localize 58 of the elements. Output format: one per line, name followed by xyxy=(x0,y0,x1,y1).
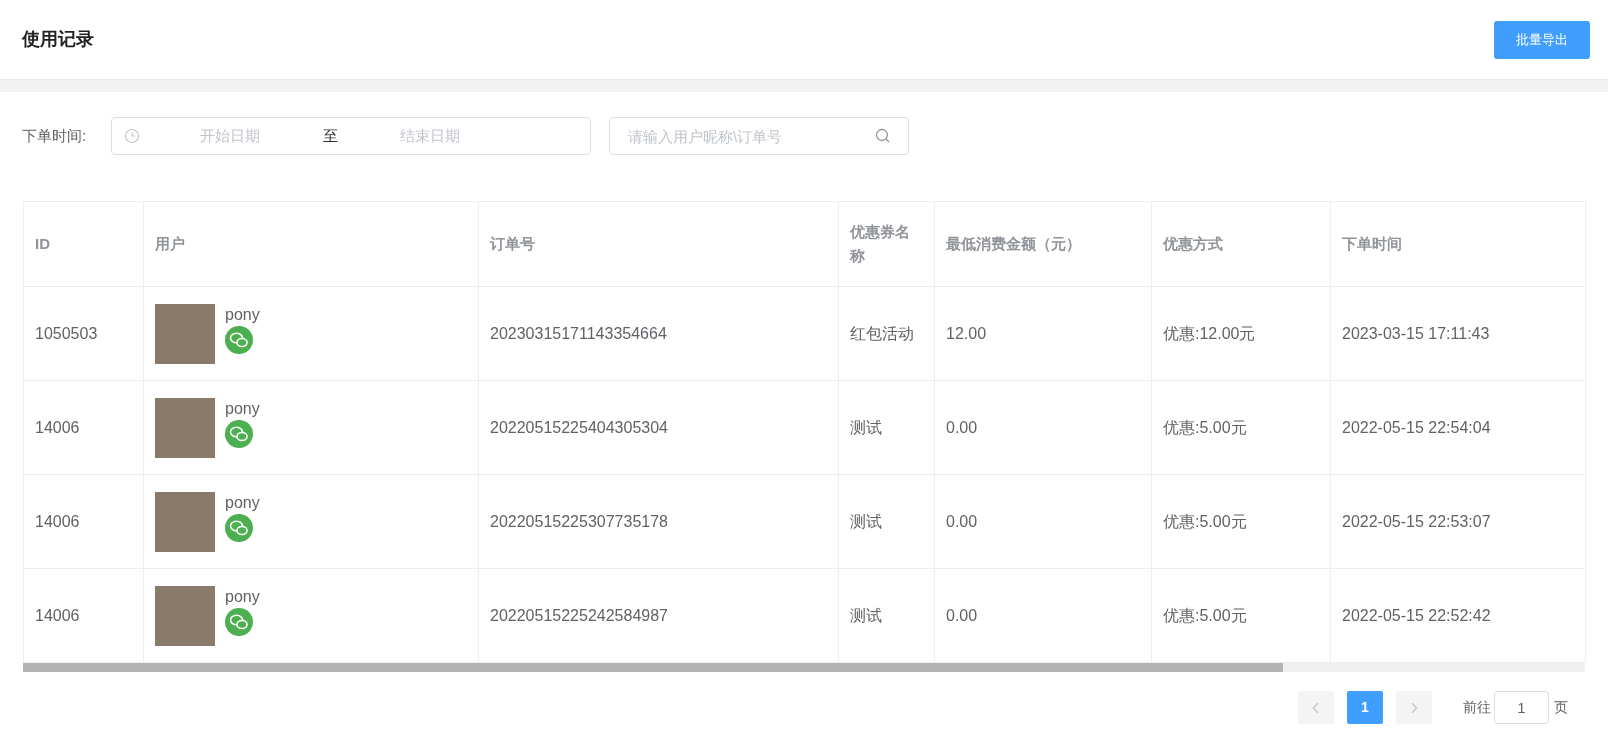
column-header: ID xyxy=(23,201,144,287)
column-header: 优惠方式 xyxy=(1151,201,1331,287)
table-cell: 2022-05-15 22:52:42 xyxy=(1330,568,1586,663)
goto-page-field[interactable]: 1 xyxy=(1494,691,1549,724)
chat-bubbles-icon xyxy=(225,419,253,448)
table-cell: 测试 xyxy=(838,568,935,663)
column-header: 最低消费金额（元） xyxy=(934,201,1152,287)
user-name: pony xyxy=(225,492,260,513)
end-date-placeholder: 结束日期 xyxy=(399,125,461,146)
table-cell: 2022-05-15 22:54:04 xyxy=(1330,380,1586,475)
table-cell: 0.00 xyxy=(934,474,1152,569)
table-cell: 优惠:5.00元 xyxy=(1151,380,1331,475)
table-cell: 20220515225404305304 xyxy=(478,380,839,475)
column-header: 订单号 xyxy=(478,201,839,287)
clock-icon xyxy=(124,128,140,144)
table-cell: 优惠:5.00元 xyxy=(1151,474,1331,569)
table-cell: 12.00 xyxy=(934,286,1152,381)
table-cell: 20220515225307735178 xyxy=(478,474,839,569)
photo-placeholder xyxy=(155,585,215,646)
table-cell: 20220515225242584987 xyxy=(478,568,839,663)
table-cell: 测试 xyxy=(838,474,935,569)
filter-label: 下单时间: xyxy=(22,125,88,146)
chat-bubbles-icon xyxy=(225,325,253,354)
table-cell: 20230315171143354664 xyxy=(478,286,839,381)
table-cell: 2023-03-15 17:11:43 xyxy=(1330,286,1586,381)
user-name: pony xyxy=(225,586,260,607)
table-cell: 0.00 xyxy=(934,380,1152,475)
table-cell: 1050503 xyxy=(23,286,144,381)
chat-bubbles-icon xyxy=(225,513,253,542)
horizontal-scrollbar[interactable] xyxy=(23,663,1585,672)
photo-placeholder xyxy=(155,491,215,552)
date-range-field[interactable]: 开始日期 至 结束日期 xyxy=(111,117,591,155)
table-cell: 优惠:12.00元 xyxy=(1151,286,1331,381)
user-name: pony xyxy=(225,398,260,419)
photo-placeholder xyxy=(155,303,215,364)
table-cell: 优惠:5.00元 xyxy=(1151,568,1331,663)
chat-bubbles-icon xyxy=(225,607,253,636)
column-header: 下单时间 xyxy=(1330,201,1586,287)
chevron-left-icon xyxy=(1312,701,1320,714)
search-icon xyxy=(875,128,891,144)
search-field[interactable]: 请输入用户昵称\订单号 xyxy=(609,117,909,155)
table-cell: 2022-05-15 22:53:07 xyxy=(1330,474,1586,569)
table-cell: 14006 xyxy=(23,568,144,663)
range-separator: 至 xyxy=(321,125,339,146)
table-cell: 测试 xyxy=(838,380,935,475)
table-cell: 14006 xyxy=(23,474,144,569)
table-cell: 红包活动 xyxy=(838,286,935,381)
goto-suffix: 页 xyxy=(1554,698,1568,717)
page-title: 使用记录 xyxy=(22,28,94,51)
start-date-placeholder: 开始日期 xyxy=(199,125,261,146)
user-name: pony xyxy=(225,304,260,325)
photo-placeholder xyxy=(155,397,215,458)
table-cell: 0.00 xyxy=(934,568,1152,663)
table-cell: 14006 xyxy=(23,380,144,475)
goto-label: 前往 xyxy=(1463,698,1491,717)
column-header: 优惠券名称 xyxy=(838,201,935,287)
column-header: 用户 xyxy=(143,201,479,287)
chevron-right-icon xyxy=(1410,701,1418,714)
